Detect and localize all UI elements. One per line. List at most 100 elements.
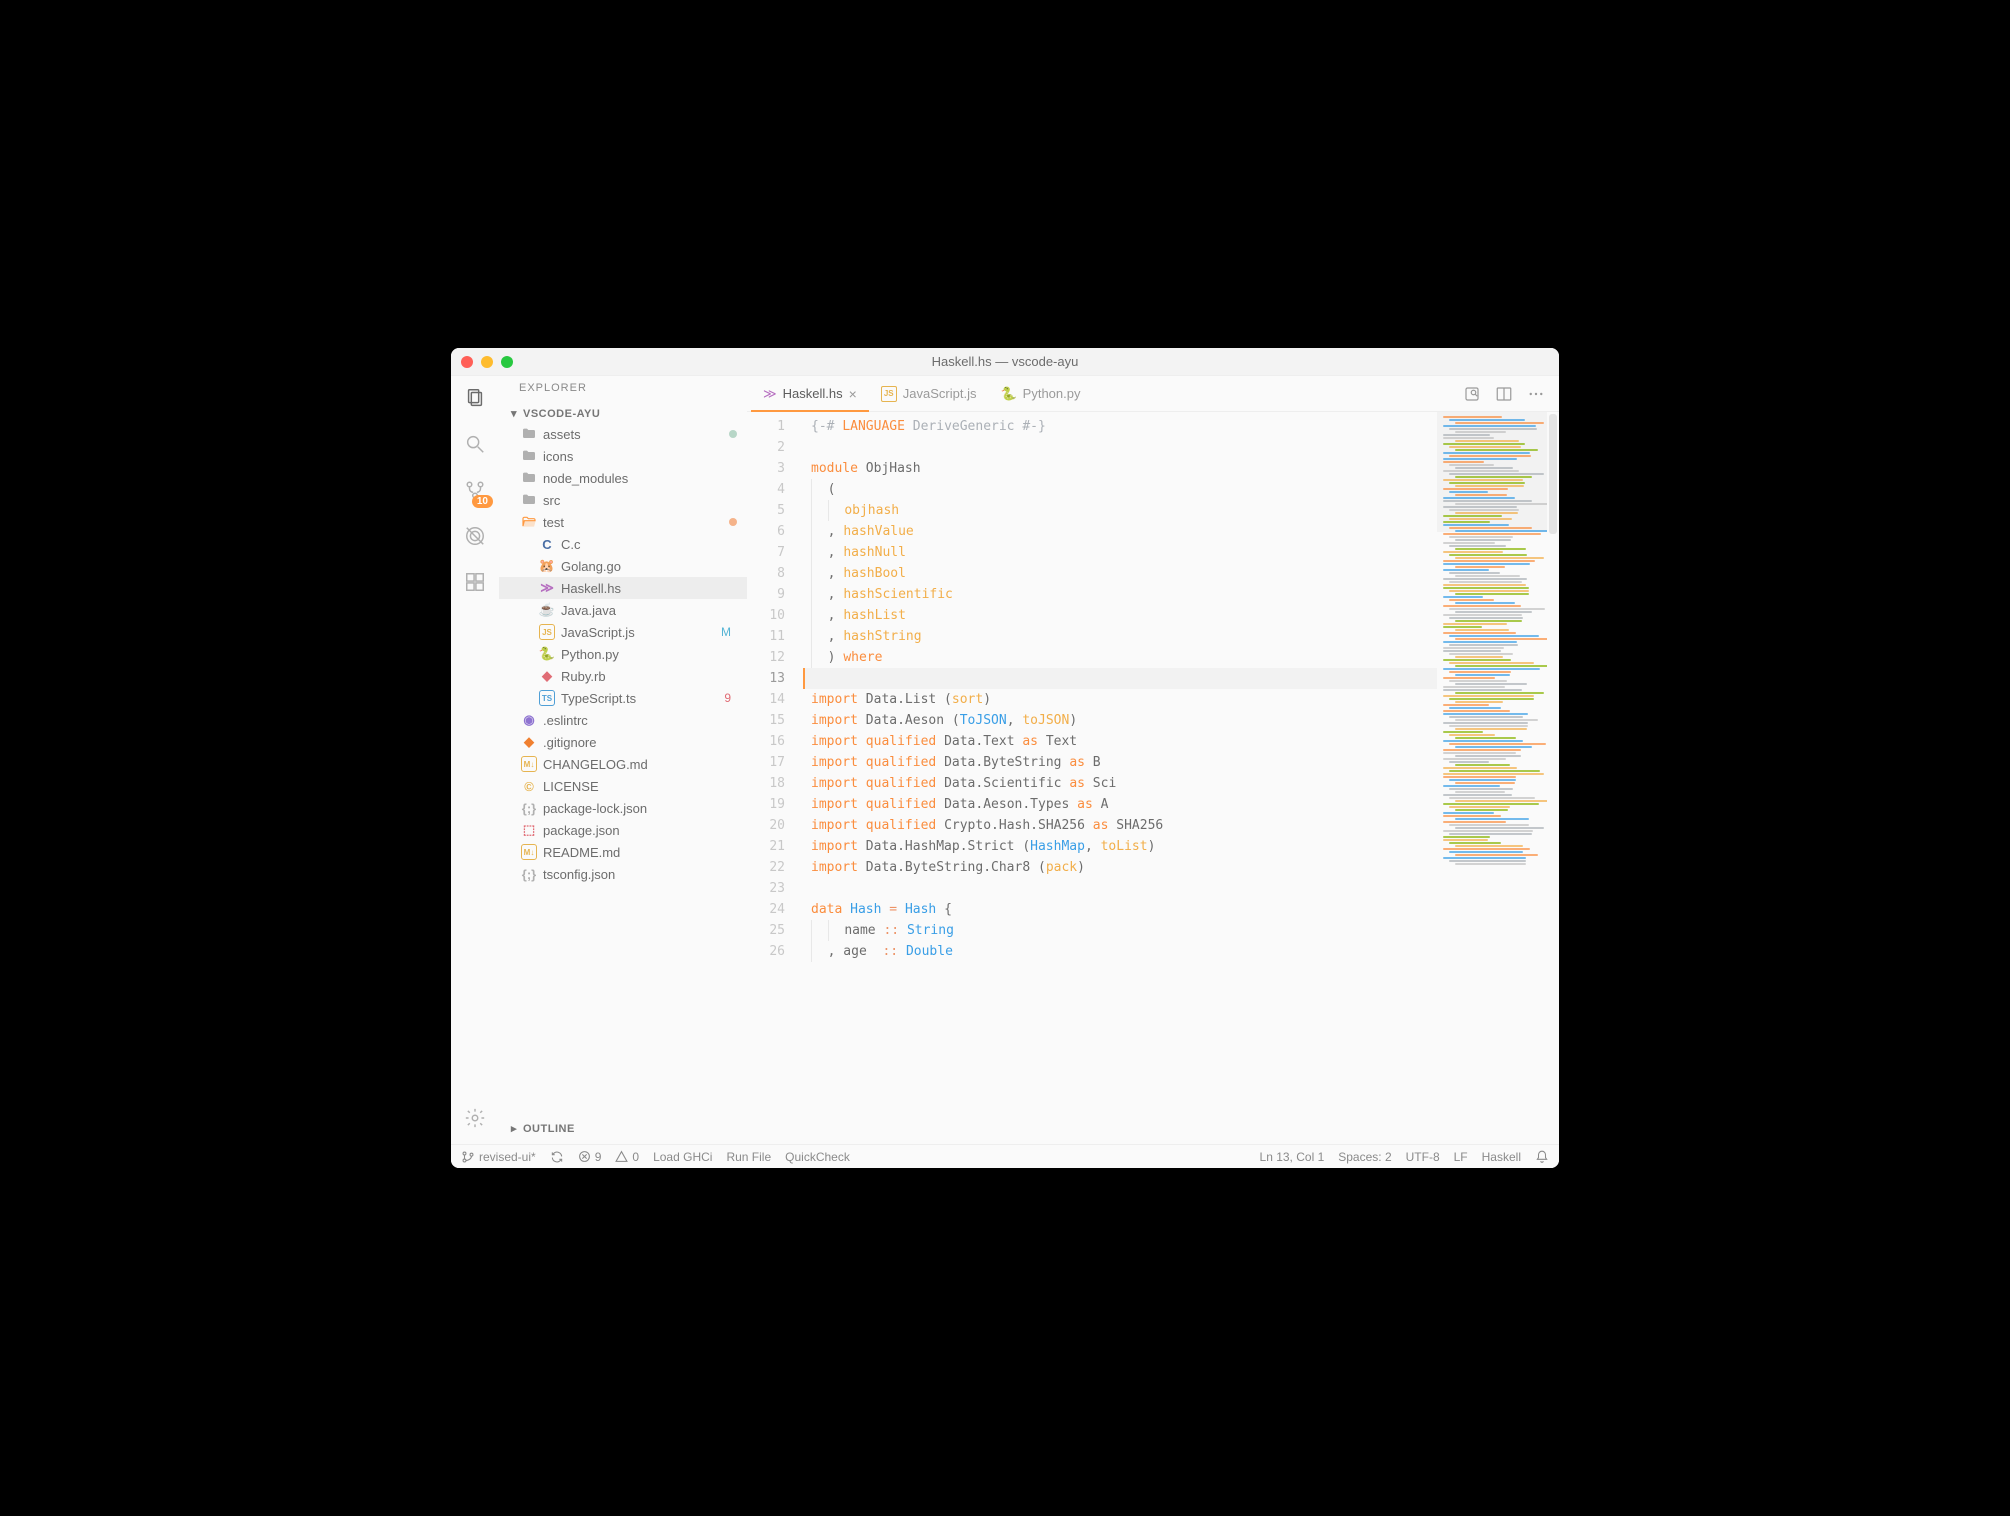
tree-item-readme-md[interactable]: M↓README.md	[499, 841, 747, 863]
tree-item-javascript-js[interactable]: JSJavaScript.jsM	[499, 621, 747, 643]
extensions-icon[interactable]	[463, 570, 487, 594]
tree-item-package-lock-json[interactable]: {;} package-lock.json	[499, 797, 747, 819]
tree-label: CHANGELOG.md	[543, 757, 737, 772]
file-icon: C	[539, 536, 555, 552]
eol[interactable]: LF	[1454, 1150, 1468, 1164]
file-icon: ≫	[539, 580, 555, 596]
warnings-count[interactable]: 0	[615, 1150, 639, 1164]
tree-item-package-json[interactable]: ⬚ package.json	[499, 819, 747, 841]
tree-item--gitignore[interactable]: ◆.gitignore	[499, 731, 747, 753]
tree-label: C.c	[561, 537, 737, 552]
tree-label: assets	[543, 427, 723, 442]
bell-icon[interactable]	[1535, 1150, 1549, 1164]
search-icon[interactable]	[463, 432, 487, 456]
tree-item-icons[interactable]: icons	[499, 445, 747, 467]
tree-label: package.json	[543, 823, 737, 838]
language-mode[interactable]: Haskell	[1482, 1150, 1521, 1164]
status-badge: M	[721, 625, 737, 639]
tree-item-src[interactable]: src	[499, 489, 747, 511]
editor-actions	[1463, 385, 1559, 403]
tab-label: Python.py	[1023, 386, 1081, 401]
debug-icon[interactable]	[463, 524, 487, 548]
tree-label: Golang.go	[561, 559, 737, 574]
file-icon: ⬚	[521, 822, 537, 838]
scrollbar-thumb[interactable]	[1549, 414, 1557, 534]
sync-icon[interactable]	[550, 1150, 564, 1164]
minimap-viewport[interactable]	[1437, 412, 1547, 532]
tree-item-assets[interactable]: assets	[499, 423, 747, 445]
tree-label: Haskell.hs	[561, 581, 737, 596]
indentation[interactable]: Spaces: 2	[1338, 1150, 1391, 1164]
tree-item-changelog-md[interactable]: M↓ CHANGELOG.md	[499, 753, 747, 775]
close-icon[interactable]: ×	[849, 386, 857, 402]
minimap[interactable]	[1437, 412, 1547, 1144]
close-window-icon[interactable]	[461, 356, 473, 368]
gear-icon[interactable]	[463, 1106, 487, 1130]
status-badge: 9	[724, 691, 737, 705]
workspace-header[interactable]: ▾ VSCODE-AYU	[499, 404, 747, 423]
tree-item-haskell-hs[interactable]: ≫ Haskell.hs	[499, 577, 747, 599]
source-control-icon[interactable]: 10	[463, 478, 487, 502]
file-icon: {;}	[521, 800, 537, 816]
sidebar-title: EXPLORER	[499, 376, 747, 404]
code-editor[interactable]: {-# LANGUAGE DeriveGeneric #-}module Obj…	[803, 412, 1437, 1144]
tree-item-golang-go[interactable]: 🐹Golang.go	[499, 555, 747, 577]
tab-python-py[interactable]: 🐍 Python.py	[988, 376, 1092, 412]
tree-item-tsconfig-json[interactable]: {;}tsconfig.json	[499, 863, 747, 885]
file-icon: ◆	[521, 734, 537, 750]
tab-file-icon: 🐍	[1000, 386, 1016, 402]
tree-label: LICENSE	[543, 779, 737, 794]
action-load-ghci[interactable]: Load GHCi	[653, 1150, 712, 1164]
status-bar: revised-ui* 9 0 Load GHCi Run File Quick…	[451, 1144, 1559, 1168]
file-icon: ©	[521, 778, 537, 794]
outline-header[interactable]: ▸ OUTLINE	[499, 1119, 747, 1138]
tree-item-license[interactable]: © LICENSE	[499, 775, 747, 797]
tree-label: README.md	[543, 845, 737, 860]
tree-item-python-py[interactable]: 🐍Python.py	[499, 643, 747, 665]
scm-badge: 10	[472, 495, 493, 508]
tree-label: tsconfig.json	[543, 867, 737, 882]
tree-item--eslintrc[interactable]: ◉.eslintrc	[499, 709, 747, 731]
tree-item-typescript-ts[interactable]: TSTypeScript.ts9	[499, 687, 747, 709]
errors-count[interactable]: 9	[578, 1150, 602, 1164]
tree-item-node-modules[interactable]: node_modules	[499, 467, 747, 489]
file-icon: JS	[539, 624, 555, 640]
chevron-right-icon: ▸	[509, 1122, 519, 1135]
tab-haskell-hs[interactable]: ≫Haskell.hs×	[751, 376, 869, 412]
tree-label: .eslintrc	[543, 713, 737, 728]
chevron-down-icon: ▾	[509, 407, 519, 420]
folder-icon	[521, 492, 537, 508]
file-tree: assets iconsnode_modulessrctest C C.c 🐹Golan…	[499, 423, 747, 885]
tree-label: package-lock.json	[543, 801, 737, 816]
tree-item-test[interactable]: test	[499, 511, 747, 533]
outline-label: OUTLINE	[523, 1123, 575, 1135]
cursor-position[interactable]: Ln 13, Col 1	[1260, 1150, 1325, 1164]
vertical-scrollbar[interactable]	[1547, 412, 1559, 1144]
action-quickcheck[interactable]: QuickCheck	[785, 1150, 850, 1164]
encoding[interactable]: UTF-8	[1406, 1150, 1440, 1164]
tree-label: Java.java	[561, 603, 737, 618]
open-changes-icon[interactable]	[1463, 385, 1481, 403]
titlebar: Haskell.hs — vscode-ayu	[451, 348, 1559, 376]
activity-bar: 10	[451, 376, 499, 1144]
folder-open-icon	[521, 514, 537, 530]
tree-item-c-c[interactable]: C C.c	[499, 533, 747, 555]
tab-bar: ≫Haskell.hs×JSJavaScript.js🐍Python.py	[747, 376, 1559, 412]
git-branch[interactable]: revised-ui*	[461, 1150, 536, 1164]
explorer-icon[interactable]	[463, 386, 487, 410]
editor-window: Haskell.hs — vscode-ayu 10	[451, 348, 1559, 1168]
tab-label: Haskell.hs	[783, 386, 843, 401]
tree-item-java-java[interactable]: ☕ Java.java	[499, 599, 747, 621]
split-editor-icon[interactable]	[1495, 385, 1513, 403]
action-run-file[interactable]: Run File	[726, 1150, 771, 1164]
file-icon: ◆	[539, 668, 555, 684]
more-actions-icon[interactable]	[1527, 385, 1545, 403]
minimize-window-icon[interactable]	[481, 356, 493, 368]
file-icon: ☕	[539, 602, 555, 618]
file-icon: M↓	[521, 756, 537, 772]
sidebar: EXPLORER ▾ VSCODE-AYU assets iconsnode_mo…	[499, 376, 747, 1144]
tab-javascript-js[interactable]: JSJavaScript.js	[869, 376, 989, 412]
maximize-window-icon[interactable]	[501, 356, 513, 368]
tab-label: JavaScript.js	[903, 386, 977, 401]
tree-item-ruby-rb[interactable]: ◆Ruby.rb	[499, 665, 747, 687]
